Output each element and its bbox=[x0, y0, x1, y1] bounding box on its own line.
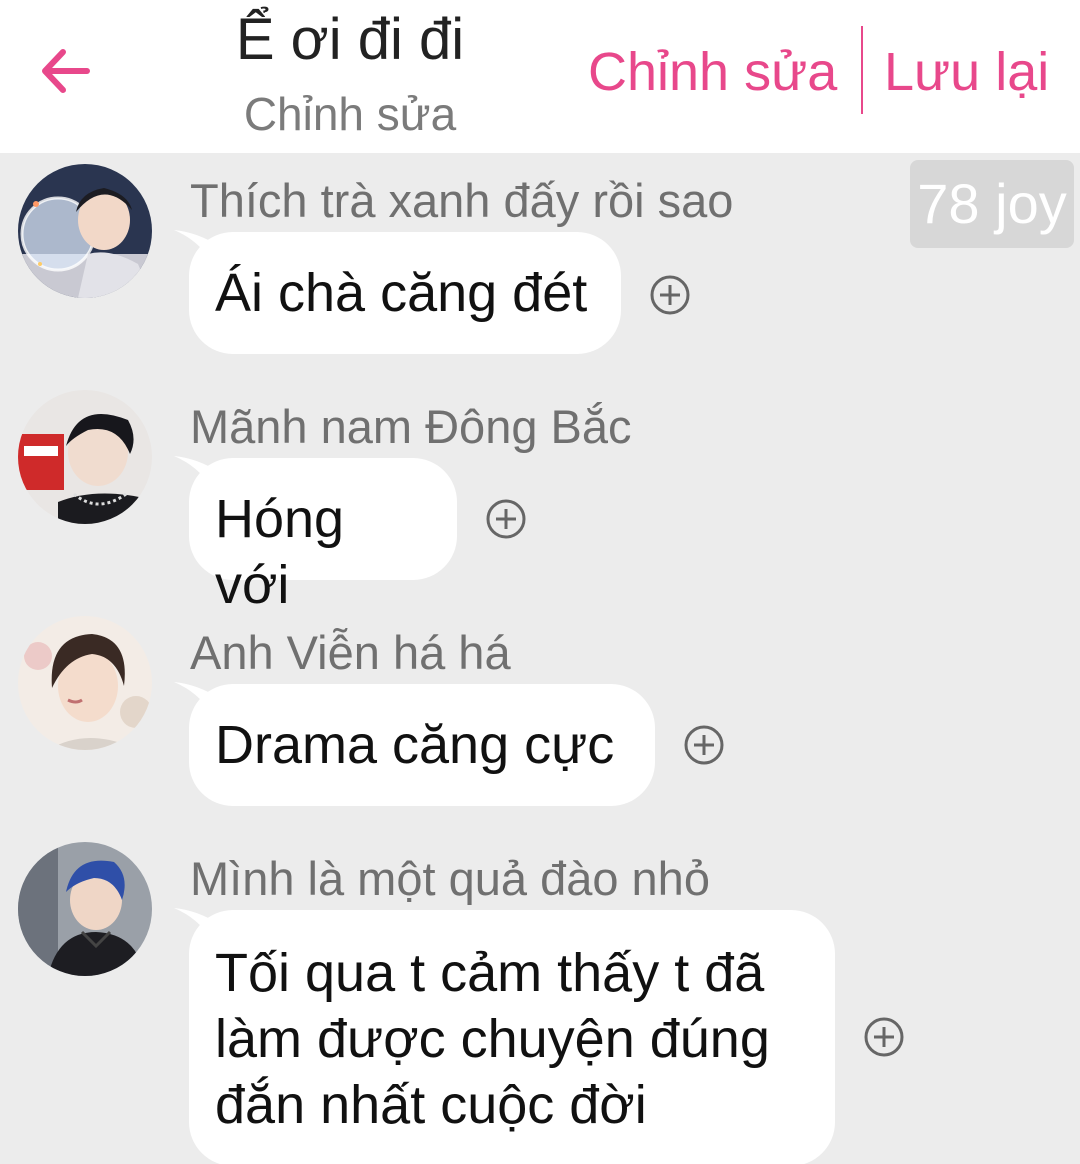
message-item: Mình là một quả đào nhỏ Tối qua t cảm th… bbox=[0, 842, 1080, 1164]
top-bar: Ể ơi đi đi Chỉnh sửa Chỉnh sửa Lưu lại bbox=[0, 0, 1080, 153]
plus-circle-icon[interactable] bbox=[485, 498, 527, 540]
chat-screen: Ể ơi đi đi Chỉnh sửa Chỉnh sửa Lưu lại 7… bbox=[0, 0, 1080, 1164]
chat-title: Ể ơi đi đi bbox=[235, 7, 465, 72]
message-item: Thích trà xanh đấy rồi sao Ái chà căng đ… bbox=[0, 164, 1080, 364]
message-bubble[interactable]: Hóng với bbox=[189, 458, 457, 615]
message-bubble[interactable]: Tối qua t cảm thấy t đã làm được chuyện … bbox=[189, 910, 835, 1164]
plus-circle-icon[interactable] bbox=[683, 724, 725, 766]
save-button[interactable]: Lưu lại bbox=[884, 38, 1049, 106]
back-button[interactable] bbox=[30, 36, 100, 106]
sender-name: Anh Viễn há há bbox=[190, 626, 511, 679]
plus-circle-icon[interactable] bbox=[649, 274, 691, 316]
arrow-left-icon bbox=[42, 49, 90, 93]
avatar-boy-portrait[interactable] bbox=[18, 616, 152, 750]
avatar-boy-phone[interactable] bbox=[18, 390, 152, 524]
sender-name: Mãnh nam Đông Bắc bbox=[190, 400, 632, 453]
header-divider bbox=[861, 26, 863, 114]
plus-circle-icon[interactable] bbox=[863, 1016, 905, 1058]
message-bubble[interactable]: Ái chà căng đét bbox=[189, 232, 621, 354]
message-item: Anh Viễn há há Drama căng cực bbox=[0, 616, 1080, 816]
sender-name: Thích trà xanh đấy rồi sao bbox=[190, 174, 734, 227]
sender-name: Mình là một quả đào nhỏ bbox=[190, 852, 710, 905]
edit-button[interactable]: Chỉnh sửa bbox=[588, 38, 837, 106]
message-bubble[interactable]: Drama căng cực bbox=[189, 684, 655, 806]
chat-subtitle: Chỉnh sửa bbox=[243, 88, 457, 140]
avatar-boy-balloon[interactable] bbox=[18, 164, 152, 298]
avatar-boy-blue-hair[interactable] bbox=[18, 842, 152, 976]
message-item: Mãnh nam Đông Bắc Hóng với bbox=[0, 390, 1080, 615]
